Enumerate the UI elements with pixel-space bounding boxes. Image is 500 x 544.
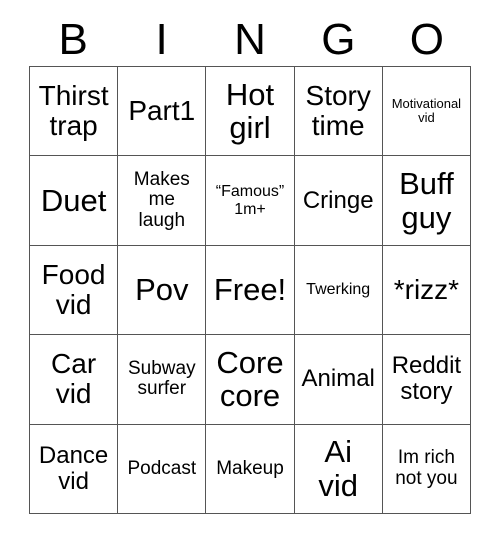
bingo-cell-label: Podcast: [127, 457, 197, 479]
bingo-cell-r4c3[interactable]: Core core: [206, 335, 295, 425]
bingo-cell-label: Ai vid: [318, 434, 359, 503]
bingo-grid: Thirst trap Part1 Hot girl Story time Motiva…: [29, 66, 471, 514]
header-letter-g: G: [321, 15, 356, 64]
bingo-cell-r5c2[interactable]: Podcast: [118, 424, 207, 514]
bingo-cell-label: Makeup: [216, 457, 284, 479]
bingo-cell-r4c1[interactable]: Car vid: [30, 335, 119, 425]
bingo-cell-label: Part1: [128, 95, 196, 127]
bingo-cell-label: Story time: [305, 79, 371, 142]
bingo-cell-r2c5[interactable]: Buff guy: [382, 156, 471, 246]
bingo-cell-label: Hot girl: [225, 76, 275, 146]
header-letter-o: O: [409, 15, 444, 64]
header-letter-b: B: [58, 15, 88, 64]
bingo-card: B I N G O Thirst trap Part1 Hot girl Story …: [0, 0, 500, 544]
bingo-cell-label: Duet: [40, 182, 107, 218]
bingo-cell-label: Buff guy: [399, 166, 454, 235]
header-letter-n: N: [234, 15, 266, 64]
bingo-cell-label: Food vid: [41, 258, 106, 320]
bingo-cell-label: Motivational vid: [391, 96, 462, 126]
bingo-cell-r2c2[interactable]: Makes me laugh: [118, 156, 207, 246]
bingo-cell-r1c3[interactable]: Hot girl: [206, 67, 295, 157]
bingo-cell-r4c2[interactable]: Subway surfer: [118, 335, 207, 425]
bingo-cell-label: Im rich not you: [395, 447, 458, 489]
bingo-cell-r3c5[interactable]: *rizz*: [382, 245, 471, 336]
bingo-cell-r5c5[interactable]: Im rich not you: [382, 424, 471, 514]
bingo-cell-label: “Famous” 1m+: [215, 183, 285, 218]
bingo-cell-r4c5[interactable]: Reddit story: [382, 335, 471, 425]
bingo-cell-r5c1[interactable]: Dance vid: [30, 424, 119, 514]
bingo-cell-label: Dance vid: [38, 441, 109, 495]
bingo-cell-label: Core core: [216, 344, 284, 414]
bingo-cell-label: Free!: [213, 272, 287, 308]
bingo-cell-label: Car vid: [51, 348, 97, 410]
bingo-cell-r2c3[interactable]: “Famous” 1m+: [206, 156, 295, 246]
bingo-cell-label: Makes me laugh: [133, 168, 190, 231]
bingo-cell-r3c3[interactable]: Free!: [206, 245, 295, 336]
bingo-cell-r4c4[interactable]: Animal: [294, 335, 383, 425]
header-letter-i: I: [155, 15, 168, 64]
bingo-cell-label: Reddit story: [391, 352, 462, 406]
bingo-cell-r3c1[interactable]: Food vid: [30, 245, 119, 336]
bingo-cell-label: *rizz*: [393, 273, 460, 305]
bingo-cell-label: Cringe: [302, 186, 374, 214]
bingo-cell-label: Subway surfer: [127, 357, 196, 400]
bingo-cell-r3c2[interactable]: Pov: [118, 245, 207, 336]
bingo-cell-r5c3[interactable]: Makeup: [206, 424, 295, 514]
bingo-cell-r1c2[interactable]: Part1: [118, 67, 207, 157]
bingo-cell-label: Twerking: [306, 281, 371, 299]
bingo-cell-r2c1[interactable]: Duet: [30, 156, 119, 246]
bingo-cell-label: Pov: [135, 272, 189, 308]
bingo-cell-r1c1[interactable]: Thirst trap: [30, 67, 119, 157]
bingo-cell-r2c4[interactable]: Cringe: [294, 156, 383, 246]
bingo-cell-r1c4[interactable]: Story time: [294, 67, 383, 157]
bingo-cell-label: Thirst trap: [38, 79, 109, 142]
bingo-cell-r3c4[interactable]: Twerking: [294, 245, 383, 336]
bingo-cell-r5c4[interactable]: Ai vid: [294, 424, 383, 514]
bingo-cell-label: Animal: [301, 365, 375, 393]
bingo-header-row: B I N G O: [29, 14, 471, 66]
bingo-cell-r1c5[interactable]: Motivational vid: [382, 67, 471, 157]
